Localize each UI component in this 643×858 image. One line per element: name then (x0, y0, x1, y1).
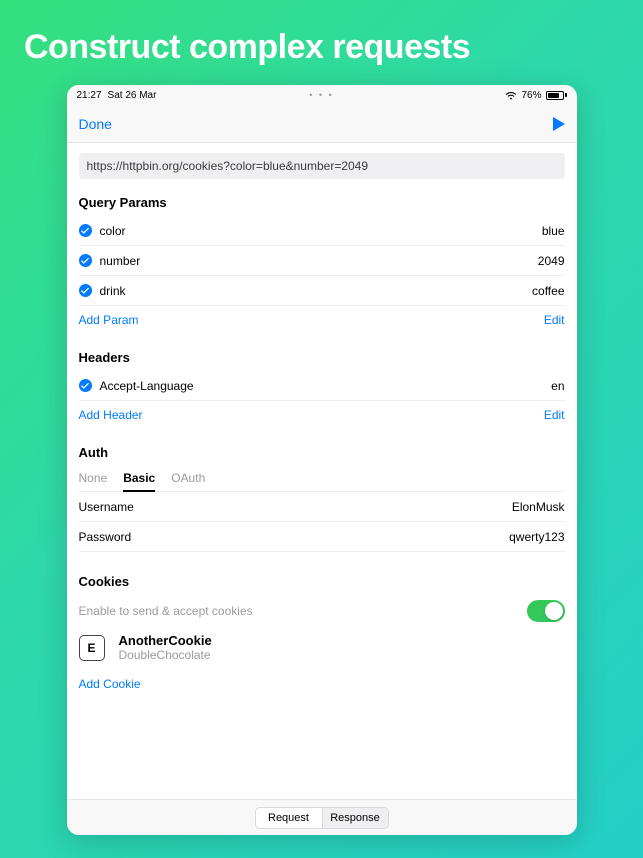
param-key: number (100, 254, 141, 268)
checkmark-icon[interactable] (79, 284, 92, 297)
auth-username-row[interactable]: Username ElonMusk (79, 492, 565, 522)
checkmark-icon[interactable] (79, 254, 92, 267)
segment-response[interactable]: Response (322, 808, 388, 828)
param-value: blue (542, 224, 565, 238)
headers-title: Headers (79, 350, 565, 365)
password-value: qwerty123 (509, 530, 564, 544)
cookie-value: DoubleChocolate (119, 648, 212, 662)
add-cookie-button[interactable]: Add Cookie (79, 677, 141, 691)
username-label: Username (79, 500, 134, 514)
password-label: Password (79, 530, 132, 544)
add-header-button[interactable]: Add Header (79, 408, 143, 422)
marketing-headline: Construct complex requests (0, 0, 643, 85)
auth-tab-basic[interactable]: Basic (123, 471, 155, 491)
request-response-segmented: Request Response (255, 807, 389, 829)
header-key: Accept-Language (100, 379, 194, 393)
edit-params-button[interactable]: Edit (544, 313, 565, 327)
auth-tab-none[interactable]: None (79, 471, 108, 491)
auth-title: Auth (79, 445, 565, 460)
username-value: ElonMusk (512, 500, 565, 514)
status-bar: 21:27 Sat 26 Mar • • • 76% (67, 85, 577, 105)
cookies-enable-text: Enable to send & accept cookies (79, 604, 253, 618)
query-param-row[interactable]: drink coffee (79, 276, 565, 306)
device-frame: 21:27 Sat 26 Mar • • • 76% Done https://… (67, 85, 577, 835)
url-input[interactable]: https://httpbin.org/cookies?color=blue&n… (79, 153, 565, 179)
param-key: drink (100, 284, 126, 298)
request-form: https://httpbin.org/cookies?color=blue&n… (67, 143, 577, 799)
query-params-title: Query Params (79, 195, 565, 210)
checkmark-icon[interactable] (79, 224, 92, 237)
auth-tab-oauth[interactable]: OAuth (171, 471, 205, 491)
auth-password-row[interactable]: Password qwerty123 (79, 522, 565, 552)
send-request-button[interactable] (553, 117, 565, 131)
done-button[interactable]: Done (79, 116, 112, 132)
multitask-dots-icon: • • • (309, 90, 333, 100)
cookies-title: Cookies (79, 574, 565, 589)
edit-headers-button[interactable]: Edit (544, 408, 565, 422)
nav-bar: Done (67, 105, 577, 143)
query-param-row[interactable]: color blue (79, 216, 565, 246)
header-value: en (551, 379, 564, 393)
cookies-toggle[interactable] (527, 600, 565, 622)
add-param-button[interactable]: Add Param (79, 313, 139, 327)
cookie-icon: E (79, 635, 105, 661)
status-date: Sat 26 Mar (108, 90, 157, 101)
segment-request[interactable]: Request (256, 808, 322, 828)
param-value: coffee (532, 284, 564, 298)
param-key: color (100, 224, 126, 238)
bottom-bar: Request Response (67, 799, 577, 835)
query-param-row[interactable]: number 2049 (79, 246, 565, 276)
cookie-row[interactable]: E AnotherCookie DoubleChocolate (79, 627, 565, 670)
wifi-icon (505, 91, 517, 100)
auth-tabs: None Basic OAuth (79, 466, 565, 492)
battery-icon (546, 91, 567, 100)
status-time: 21:27 (77, 90, 102, 101)
battery-percent: 76% (521, 90, 541, 101)
checkmark-icon[interactable] (79, 379, 92, 392)
header-row[interactable]: Accept-Language en (79, 371, 565, 401)
cookie-name: AnotherCookie (119, 633, 212, 648)
param-value: 2049 (538, 254, 565, 268)
